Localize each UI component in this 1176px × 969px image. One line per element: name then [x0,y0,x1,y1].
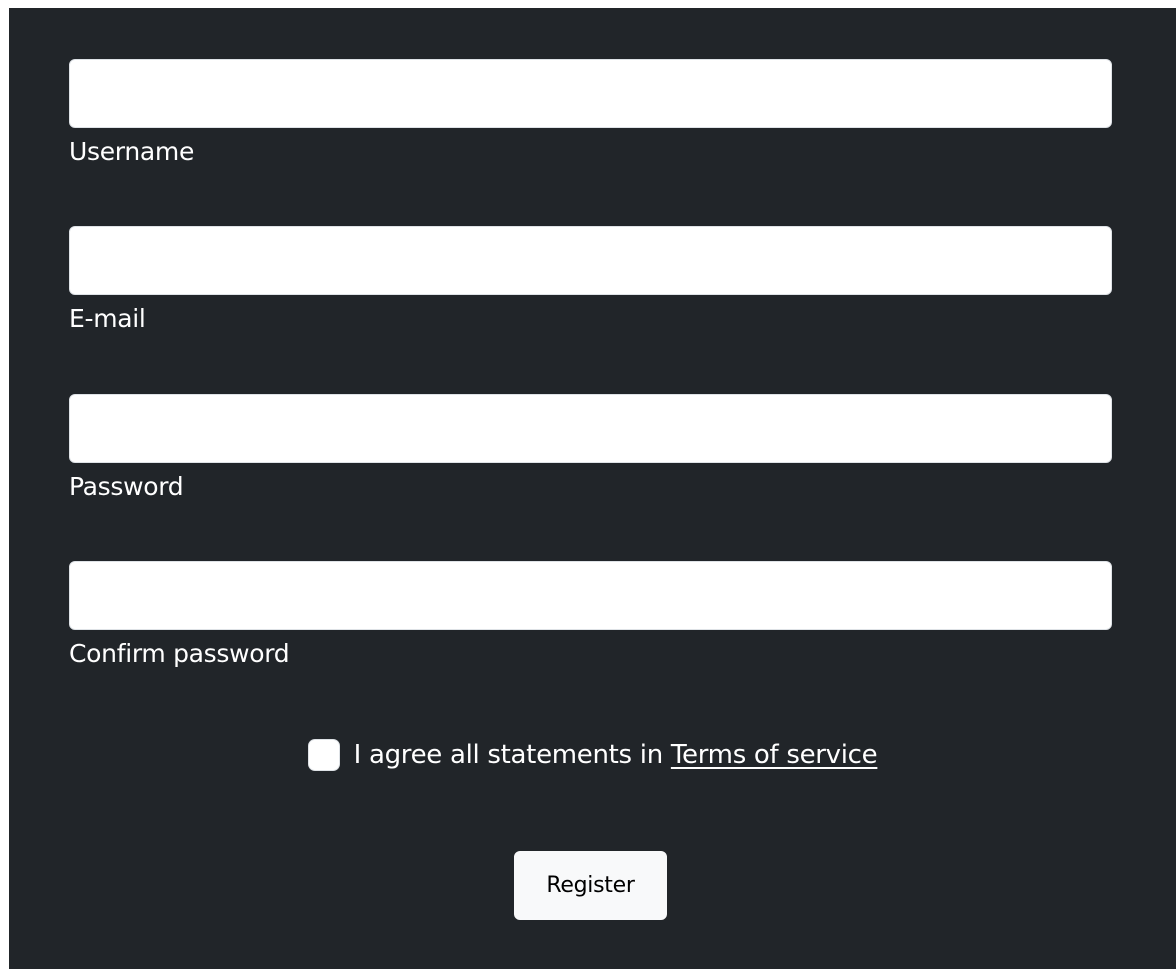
email-label: E-mail [69,304,146,333]
confirm-password-label: Confirm password [69,639,290,668]
password-input[interactable] [69,394,1112,463]
terms-checkbox[interactable] [307,739,340,771]
terms-of-service-link[interactable]: Terms of service [671,740,878,770]
password-field-group: Password [69,394,1112,503]
confirm-password-input[interactable] [69,561,1112,630]
password-label: Password [69,472,184,501]
email-field-group: E-mail [69,226,1112,335]
terms-agreement: I agree all statements in Terms of servi… [9,735,1176,775]
confirm-password-field-group: Confirm password [69,561,1112,670]
email-input[interactable] [69,226,1112,295]
username-input[interactable] [69,59,1112,128]
terms-agreement-text: I agree all statements in [353,740,664,770]
username-label: Username [69,137,195,166]
registration-form: Username E-mail Password Confirm passwor… [9,8,1176,969]
register-button[interactable]: Register [514,851,667,920]
username-field-group: Username [69,59,1112,168]
